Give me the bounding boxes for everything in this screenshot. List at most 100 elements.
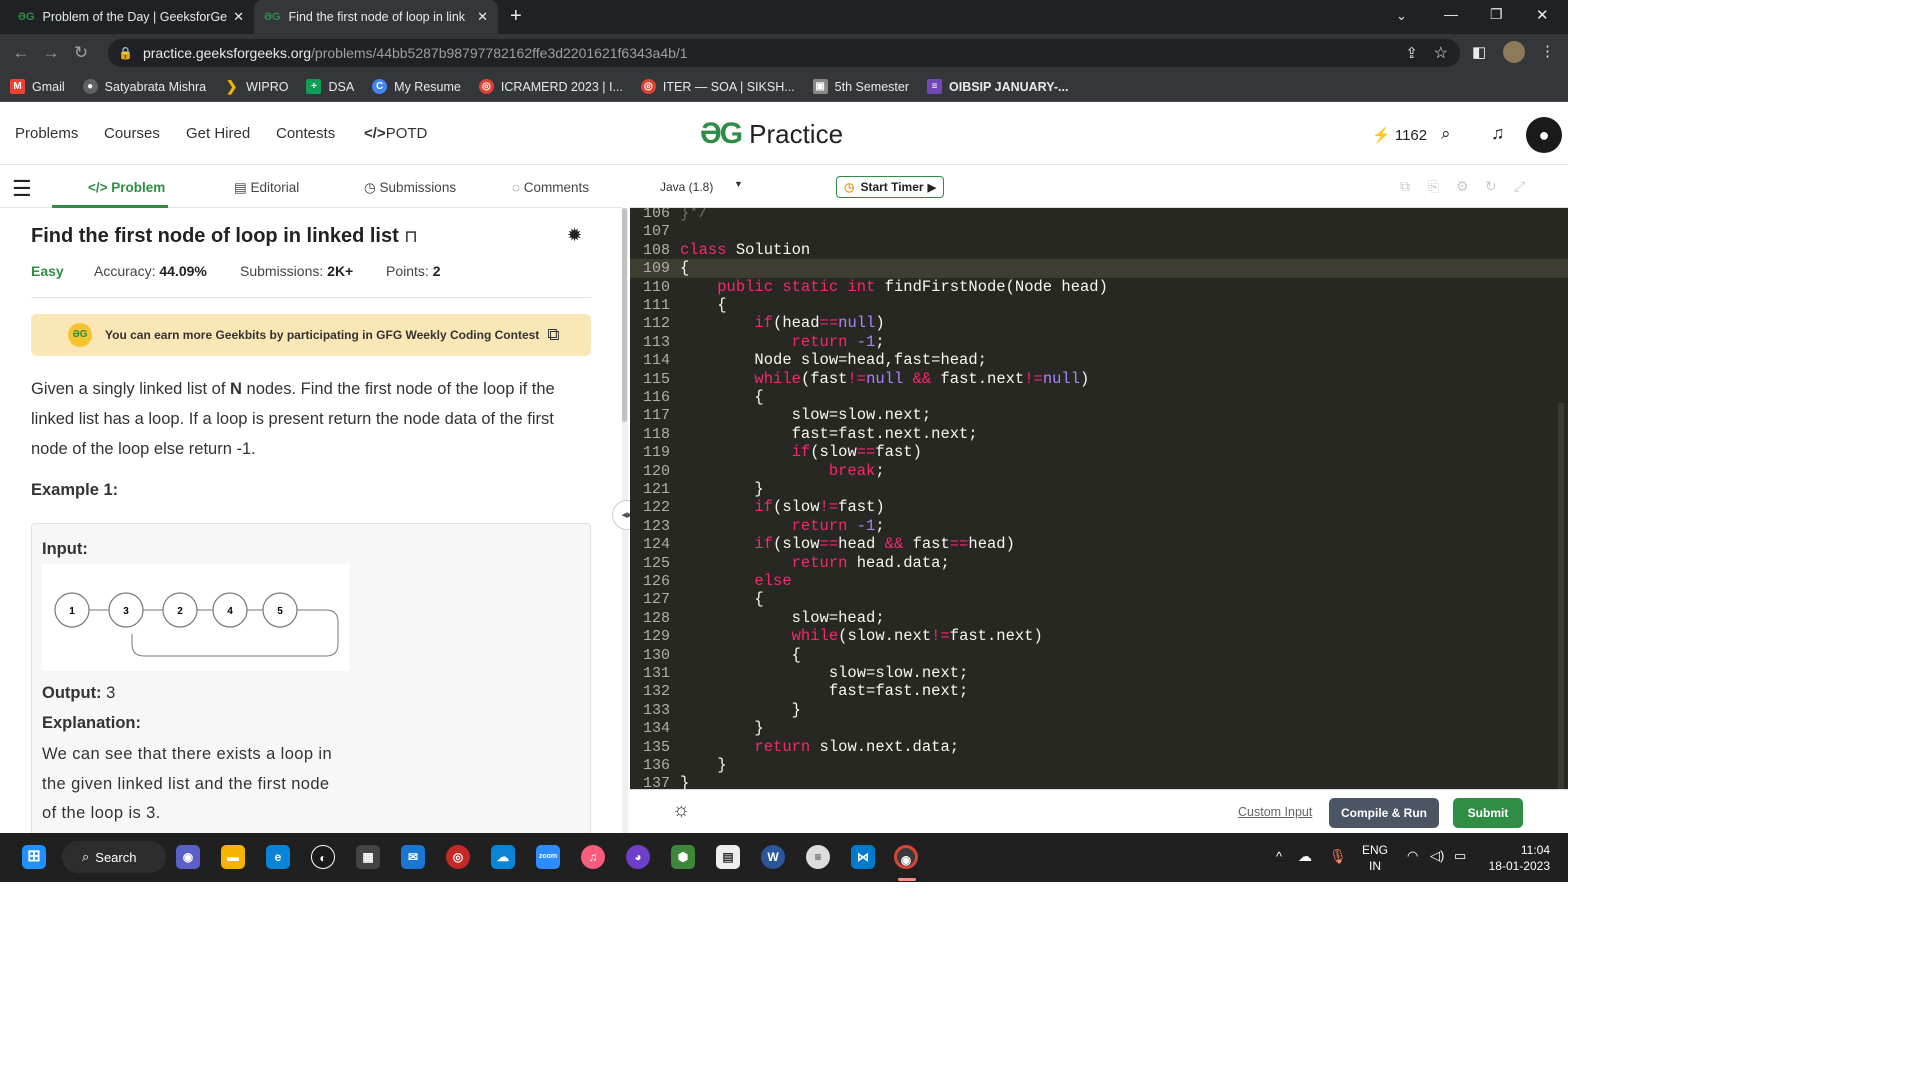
external-link-icon[interactable]: ⧉ — [547, 325, 559, 345]
search-icon[interactable]: ⌕ — [1441, 124, 1451, 144]
bookmark-resume[interactable]: C My Resume — [372, 79, 461, 94]
tray-cloud-icon[interactable]: ☁ — [1298, 848, 1312, 865]
bookmark-icon[interactable]: ⊓ — [404, 227, 417, 246]
code-line[interactable]: 108 class Solution — [630, 241, 1568, 259]
code-line[interactable]: 125 return head.data; — [630, 554, 1568, 572]
tray-chevron-icon[interactable]: ^ — [1276, 849, 1282, 864]
bookmark-oibsip[interactable]: ≡ OIBSIP JANUARY-... — [927, 79, 1068, 94]
compile-run-button[interactable]: Compile & Run — [1329, 798, 1439, 828]
code-line[interactable]: 130 { — [630, 646, 1568, 664]
close-window-icon[interactable]: ✕ — [1536, 6, 1549, 24]
reset-icon[interactable]: ↻ — [1485, 178, 1497, 195]
nav-contests[interactable]: Contests — [276, 125, 335, 142]
code-line[interactable]: 129 while(slow.next!=fast.next) — [630, 627, 1568, 645]
bookmark-gmail[interactable]: M Gmail — [10, 79, 65, 94]
code-line[interactable]: 119 if(slow==fast) — [630, 443, 1568, 461]
restore-icon[interactable]: ❐ — [1490, 6, 1503, 23]
tab-editorial[interactable]: ▤ Editorial — [234, 180, 299, 196]
code-line[interactable]: 128 slow=head; — [630, 609, 1568, 627]
code-line[interactable]: 135 return slow.next.data; — [630, 738, 1568, 756]
app-icon[interactable]: ◐ — [311, 845, 335, 869]
nav-courses[interactable]: Courses — [104, 125, 160, 142]
code-line[interactable]: 107 — [630, 222, 1568, 240]
terminal-icon[interactable]: ≡ — [806, 845, 830, 869]
battery-icon[interactable]: ▭ — [1454, 848, 1466, 864]
nav-problems[interactable]: Problems — [15, 125, 78, 142]
tab-comments[interactable]: ◌ Comments — [512, 180, 589, 195]
minimize-icon[interactable]: — — [1444, 6, 1458, 22]
bookmark-profile[interactable]: ● Satyabrata Mishra — [82, 79, 206, 94]
wifi-icon[interactable]: ◠ — [1407, 848, 1418, 864]
onedrive-icon[interactable]: ☁ — [491, 845, 515, 869]
code-line[interactable]: 127 { — [630, 590, 1568, 608]
vscode-icon[interactable]: ⋈ — [851, 845, 875, 869]
settings-icon[interactable]: ⚙ — [1456, 178, 1469, 195]
editor-scrollbar[interactable] — [1558, 403, 1564, 789]
tab-submissions[interactable]: ◷ Submissions — [364, 180, 456, 196]
profile-avatar[interactable] — [1503, 41, 1525, 63]
code-line[interactable]: 118 fast=fast.next.next; — [630, 425, 1568, 443]
file-export-icon[interactable]: ⎘ — [1428, 178, 1439, 195]
bookmark-wipro[interactable]: ❯ WIPRO — [224, 79, 289, 94]
bookmark-iter[interactable]: ◎ ITER — SOA | SIKSH... — [640, 79, 795, 94]
geekbits-banner[interactable]: ƏG You can earn more Geekbits by partici… — [31, 314, 591, 356]
streak-counter[interactable]: ⚡ 1162 — [1372, 126, 1427, 144]
store-icon[interactable]: ▦ — [356, 845, 380, 869]
windows-start-icon[interactable]: ⊞ — [22, 845, 46, 869]
bell-icon[interactable]: ♫ — [1491, 123, 1505, 144]
new-tab-button[interactable]: + — [510, 5, 522, 28]
code-line[interactable]: 113 return -1; — [630, 333, 1568, 351]
chrome-icon[interactable]: ◉ — [894, 845, 918, 869]
tray-mic-icon[interactable]: 🎙 — [1329, 848, 1347, 865]
bookmark-icramerd[interactable]: ◎ ICRAMERD 2023 | I... — [478, 79, 623, 94]
code-line[interactable]: 116 { — [630, 388, 1568, 406]
code-line[interactable]: 117 slow=slow.next; — [630, 406, 1568, 424]
tab-problem[interactable]: </> Problem — [88, 180, 165, 195]
side-panel-icon[interactable]: ◧ — [1472, 43, 1486, 61]
bookmark-dsa[interactable]: + DSA — [306, 79, 354, 94]
word-icon[interactable]: W — [761, 845, 785, 869]
close-tab-icon[interactable]: ✕ — [477, 9, 488, 25]
code-line[interactable]: 124 if(slow==head && fast==head) — [630, 535, 1568, 553]
scrollbar-thumb[interactable] — [622, 208, 627, 422]
reload-icon[interactable]: ↻ — [66, 43, 96, 63]
theme-toggle-bulb-icon[interactable]: ☼ — [672, 799, 690, 822]
bug-report-icon[interactable]: ✹ — [567, 225, 582, 246]
code-line[interactable]: 120 break; — [630, 462, 1568, 480]
media-icon[interactable]: ◎ — [446, 845, 470, 869]
code-line[interactable]: 114 Node slow=head,fast=head; — [630, 351, 1568, 369]
code-line[interactable]: 111 { — [630, 296, 1568, 314]
bookmark-star-icon[interactable]: ☆ — [1434, 43, 1448, 63]
code-line[interactable]: 121 } — [630, 480, 1568, 498]
code-line[interactable]: 109 { — [630, 259, 1568, 278]
github-icon[interactable]: ◕ — [626, 845, 650, 869]
zoom-icon[interactable]: zoom — [536, 845, 560, 869]
mail-icon[interactable]: ✉ — [401, 845, 425, 869]
browser-tab-potd[interactable]: ƏG Problem of the Day | GeeksforGe ✕ — [8, 0, 254, 34]
tab-search-chevron-icon[interactable]: ⌄ — [1396, 8, 1407, 24]
custom-input-link[interactable]: Custom Input — [1238, 805, 1312, 819]
bookmark-semester[interactable]: ▣ 5th Semester — [812, 79, 909, 94]
meet-icon[interactable]: ◉ — [176, 845, 200, 869]
user-avatar[interactable]: ● — [1526, 117, 1562, 153]
fullscreen-icon[interactable]: ⤢ — [1514, 178, 1525, 195]
back-icon[interactable]: ← — [6, 43, 36, 63]
start-timer-button[interactable]: ◷ Start Timer ▶ — [836, 176, 944, 198]
browser-tab-problem[interactable]: ƏG Find the first node of loop in link ✕ — [254, 0, 498, 34]
submit-button[interactable]: Submit — [1453, 798, 1523, 828]
code-line[interactable]: 134 } — [630, 719, 1568, 737]
volume-icon[interactable]: ◁) — [1430, 848, 1444, 864]
language-select[interactable]: Java (1.8) ▼ — [652, 176, 752, 198]
input-language[interactable]: ENG IN — [1362, 842, 1388, 874]
code-line[interactable]: 106}*/ — [630, 208, 1568, 222]
copy-icon[interactable]: ⧉ — [1400, 178, 1410, 195]
code-line[interactable]: 122 if(slow!=fast) — [630, 498, 1568, 516]
close-tab-icon[interactable]: ✕ — [233, 9, 244, 25]
code-line[interactable]: 110 public static int findFirstNode(Node… — [630, 278, 1568, 296]
code-line[interactable]: 123 return -1; — [630, 517, 1568, 535]
clock[interactable]: 11:04 18-01-2023 — [1486, 842, 1550, 874]
code-line[interactable]: 136 } — [630, 756, 1568, 774]
code-editor[interactable]: 106}*/ 107 108 class Solution 109 {110 public… — [630, 208, 1568, 789]
code-line[interactable]: 112 if(head==null) — [630, 314, 1568, 332]
code-line[interactable]: 115 while(fast!=null && fast.next!=null) — [630, 370, 1568, 388]
